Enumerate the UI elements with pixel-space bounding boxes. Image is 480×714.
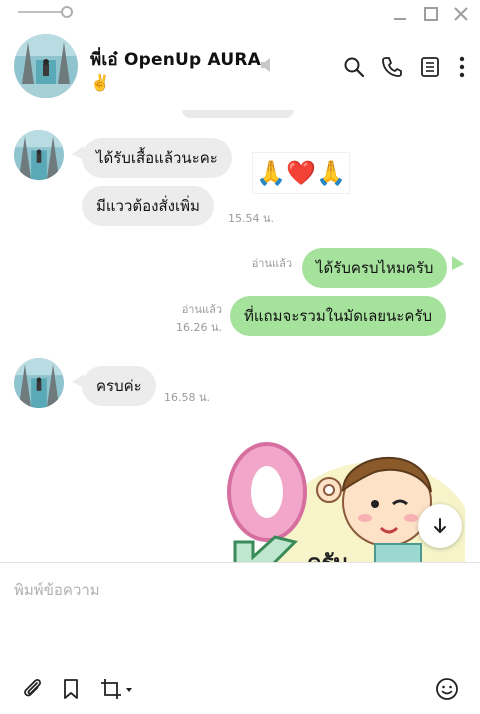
- message-time: 16.58 น.: [164, 391, 211, 404]
- emoji-message[interactable]: 🙏❤️🙏: [252, 152, 350, 194]
- arrow-down-icon: [434, 518, 446, 533]
- mute-icon: [261, 58, 270, 72]
- bookmark-icon[interactable]: [58, 676, 84, 702]
- message-bubble[interactable]: ได้รับเสื้อแล้วนะคะ: [82, 138, 232, 178]
- previous-message-edge: [182, 110, 294, 118]
- crop-icon[interactable]: [98, 676, 134, 702]
- opacity-slider-handle[interactable]: [61, 6, 73, 18]
- opacity-slider-track[interactable]: [18, 11, 66, 13]
- title-bar: [0, 0, 480, 28]
- phone-icon[interactable]: [380, 55, 404, 79]
- message-bubble[interactable]: ได้รับครบไหมครับ: [302, 248, 448, 288]
- close-icon[interactable]: [451, 4, 471, 24]
- contact-name: พี่เอ๋ OpenUp AURA ✌️: [90, 50, 261, 92]
- attach-icon[interactable]: [20, 676, 46, 702]
- sticker-text: ครับ: [307, 551, 348, 562]
- more-icon[interactable]: [452, 55, 472, 79]
- message-input[interactable]: [14, 575, 464, 605]
- chat-header: พี่เอ๋ OpenUp AURA ✌️: [0, 28, 480, 110]
- chat-area[interactable]: ได้รับเสื้อแล้วนะคะ 🙏❤️🙏 มีแววต้องสั่งเพ…: [0, 110, 480, 562]
- minimize-icon[interactable]: [390, 4, 410, 24]
- name-emoji: ✌️: [90, 73, 111, 92]
- message-bubble[interactable]: ครบค่ะ: [82, 366, 156, 406]
- message-time: 16.26 น.: [175, 321, 222, 334]
- contact-avatar[interactable]: [14, 34, 78, 98]
- sender-avatar[interactable]: [14, 130, 64, 180]
- chat-window: พี่เอ๋ OpenUp AURA ✌️ ได้รับเสื้อแล้วนะค…: [0, 0, 480, 714]
- bubble-tail: [452, 256, 464, 270]
- search-icon[interactable]: [342, 55, 366, 79]
- read-receipt: อ่านแล้ว: [251, 257, 292, 270]
- message-bubble[interactable]: มีแววต้องสั่งเพิ่ม: [82, 186, 214, 226]
- scroll-to-bottom-button[interactable]: [418, 504, 462, 548]
- emoji-icon[interactable]: [434, 676, 460, 702]
- read-receipt: อ่านแล้ว: [181, 303, 222, 316]
- message-time: 15.54 น.: [228, 212, 275, 225]
- sender-avatar[interactable]: [14, 358, 64, 408]
- message-bubble[interactable]: ที่แถมจะรวมในมัดเลยนะครับ: [230, 296, 446, 336]
- maximize-icon[interactable]: [421, 4, 441, 24]
- notes-icon[interactable]: [418, 55, 442, 79]
